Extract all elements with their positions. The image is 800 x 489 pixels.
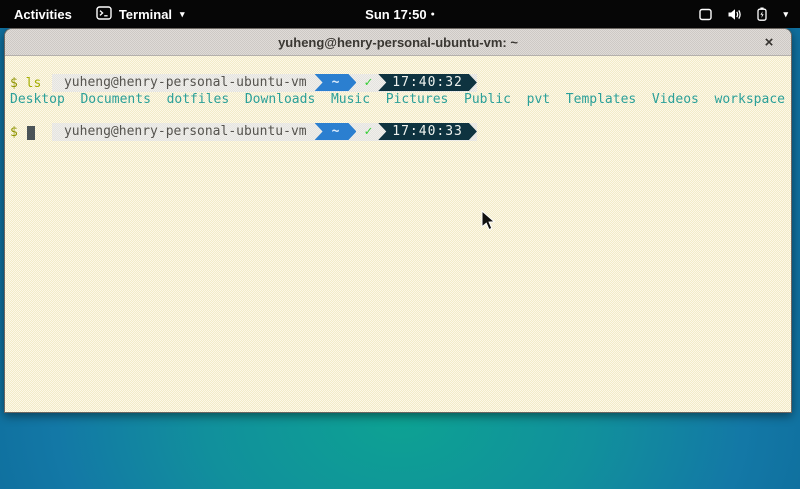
top-bar-left: Activities Terminal ▾: [0, 0, 195, 28]
prompt-line-2: yuheng@henry-personal-ubuntu-vm~✓17:40:3…: [5, 107, 791, 125]
prompt-user-host: yuheng@henry-personal-ubuntu-vm: [64, 75, 307, 91]
terminal-icon: [96, 6, 112, 23]
dir-entry: workspace: [715, 92, 785, 107]
terminal-cursor: [27, 126, 35, 140]
terminal-window: yuheng@henry-personal-ubuntu-vm: ~ × yuh…: [4, 28, 792, 413]
dir-entry: Desktop: [10, 92, 65, 107]
dir-entry: dotfiles: [167, 92, 230, 107]
window-title: yuheng@henry-personal-ubuntu-vm: ~: [278, 35, 518, 50]
prompt-user-host: yuheng@henry-personal-ubuntu-vm: [64, 124, 307, 140]
volume-icon: [727, 8, 742, 21]
clock-button[interactable]: Sun 17:50 ●: [365, 0, 435, 28]
prompt-band: yuheng@henry-personal-ubuntu-vm ~ ✓ 17:40:3…: [52, 74, 477, 92]
display-icon: [699, 8, 712, 21]
shell-prompt-symbol: $: [10, 76, 18, 91]
system-menu[interactable]: ▾: [687, 0, 800, 28]
notification-dot: ●: [431, 11, 435, 18]
prompt-cwd-segment: ~: [315, 123, 357, 140]
app-menu-label: Terminal: [119, 7, 172, 22]
command-text: ls: [26, 76, 42, 91]
app-menu-button[interactable]: Terminal ▾: [86, 0, 195, 28]
dir-entry: Documents: [80, 92, 150, 107]
activities-button[interactable]: Activities: [0, 0, 86, 28]
shell-prompt-symbol: $: [10, 125, 18, 140]
prompt-cwd-segment: ~: [315, 74, 357, 91]
dir-entry: pvt: [527, 92, 550, 107]
top-bar: Activities Terminal ▾ Sun 17:50 ●: [0, 0, 800, 28]
chevron-down-icon: ▾: [783, 9, 788, 20]
dir-entry: Pictures: [386, 92, 449, 107]
status-check-icon: ✓: [364, 124, 372, 140]
dir-entry: Public: [464, 92, 511, 107]
clock-label: Sun 17:50: [365, 7, 426, 22]
dir-entry: Downloads: [245, 92, 315, 107]
mouse-cursor-icon: [481, 210, 495, 236]
prompt-band: yuheng@henry-personal-ubuntu-vm ~ ✓ 17:40:3…: [52, 123, 477, 141]
chevron-down-icon: ▾: [180, 9, 185, 20]
dir-entry: Music: [331, 92, 370, 107]
close-icon[interactable]: ×: [756, 29, 782, 56]
window-titlebar[interactable]: yuheng@henry-personal-ubuntu-vm: ~ ×: [5, 29, 791, 56]
dir-entry: Templates: [566, 92, 636, 107]
prompt-time-segment: 17:40:32: [378, 74, 477, 91]
prompt-line-1: yuheng@henry-personal-ubuntu-vm~✓17:40:3…: [5, 58, 791, 76]
dir-entry: Videos: [652, 92, 699, 107]
ls-output-line: Desktop Documents dotfiles Downloads Mus…: [5, 92, 791, 108]
terminal-content[interactable]: yuheng@henry-personal-ubuntu-vm ~ ✓ 17:40:3…: [5, 56, 791, 412]
prompt-time-segment: 17:40:33: [378, 123, 477, 140]
battery-charging-icon: [757, 7, 767, 21]
activities-label: Activities: [14, 7, 72, 22]
status-check-icon: ✓: [364, 75, 372, 91]
